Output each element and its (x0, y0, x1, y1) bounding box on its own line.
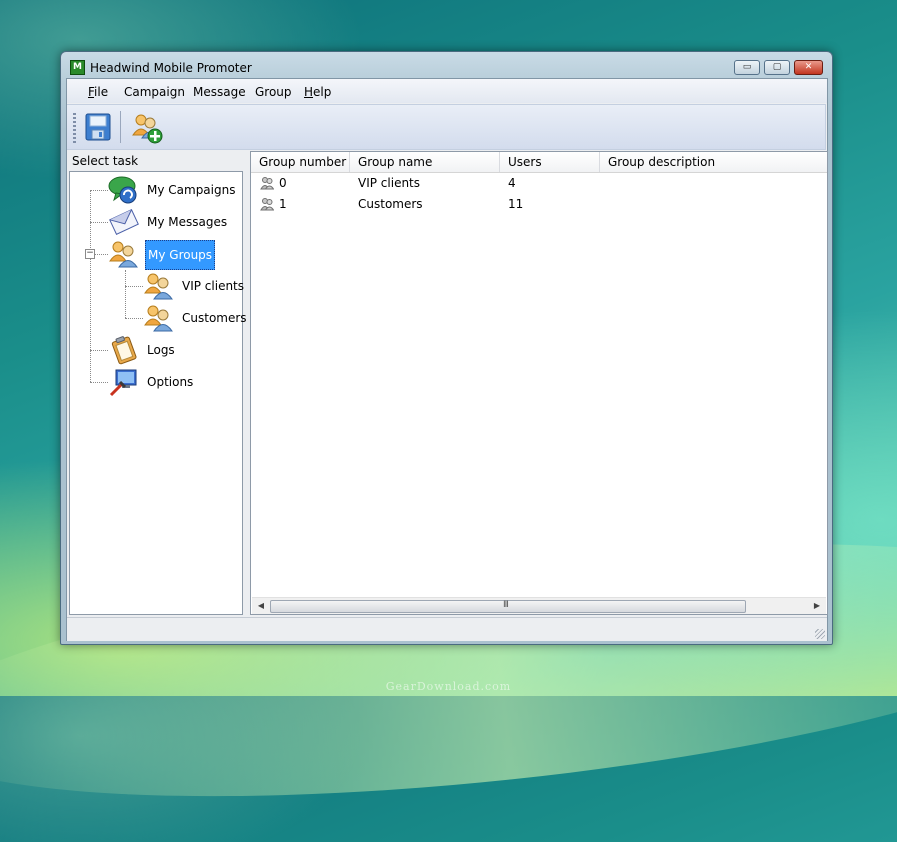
toolbar-grip[interactable] (73, 113, 76, 143)
campaigns-icon (108, 176, 137, 204)
select-task-label: Select task (72, 154, 139, 168)
cell-users: 11 (508, 197, 524, 211)
sidebar-item-label: VIP clients (182, 279, 245, 293)
cell-group-number: 1 (279, 197, 287, 211)
tree-line (94, 254, 108, 255)
save-button[interactable] (83, 111, 113, 143)
scroll-thumb-grip: III (503, 600, 509, 610)
sidebar-item-customers[interactable]: Customers (143, 302, 247, 334)
sidebar-item-my-campaigns[interactable]: My Campaigns (108, 174, 238, 206)
cell-group-name: Customers (358, 197, 423, 211)
status-bar (67, 617, 827, 641)
column-header-group-name[interactable]: Group name (350, 152, 500, 172)
scroll-left-arrow-icon[interactable]: ◀ (253, 599, 269, 613)
task-tree: − My Campaigns My Messages My Groups VIP… (69, 171, 247, 615)
column-header-group-description[interactable]: Group description (600, 152, 827, 172)
tree-line (125, 286, 143, 287)
column-header-group-number[interactable]: Group number (251, 152, 350, 172)
app-icon: M (70, 60, 85, 75)
scroll-right-arrow-icon[interactable]: ▶ (809, 599, 825, 613)
menu-bar: File Campaign Message Group Help (67, 79, 827, 103)
options-icon (109, 369, 137, 397)
menu-campaign[interactable]: Campaign (124, 85, 185, 99)
save-icon (85, 113, 111, 141)
client-area: File Campaign Message Group Help Select … (66, 78, 828, 641)
group-icon (144, 305, 173, 332)
tree-line (125, 270, 126, 318)
app-window: M Headwind Mobile Promoter ▭ ▢ ✕ File Ca… (60, 51, 833, 645)
collapse-toggle[interactable]: − (85, 249, 95, 259)
sidebar-item-label: Logs (147, 343, 175, 357)
close-button[interactable]: ✕ (794, 60, 823, 75)
sidebar-item-label: Customers (182, 311, 247, 325)
messages-icon (109, 209, 139, 235)
resize-grip[interactable] (815, 629, 825, 639)
column-header-users[interactable]: Users (500, 152, 600, 172)
add-group-button[interactable] (130, 111, 163, 144)
logs-icon (111, 336, 137, 365)
toolbar-separator (120, 111, 121, 143)
sidebar-item-vip-clients[interactable]: VIP clients (143, 270, 245, 302)
toolbar (67, 104, 826, 150)
sidebar-item-label: Options (147, 375, 194, 389)
sidebar-item-logs[interactable]: Logs (108, 334, 238, 366)
table-row[interactable]: 0 VIP clients 4 (251, 173, 827, 193)
sidebar-item-my-groups[interactable]: My Groups (108, 238, 238, 270)
sidebar-item-label: My Messages (147, 215, 228, 229)
maximize-button[interactable]: ▢ (764, 60, 790, 75)
group-icon (144, 273, 173, 300)
groups-list: Group number Group name Users Group desc… (250, 151, 828, 615)
tree-line (90, 222, 108, 223)
tree-line (90, 382, 108, 383)
group-row-icon (260, 177, 274, 190)
groups-icon (109, 241, 138, 268)
sidebar-item-options[interactable]: Options (108, 366, 238, 398)
sidebar-item-label: My Groups (145, 240, 216, 270)
menu-message[interactable]: Message (193, 85, 246, 99)
sidebar-item-my-messages[interactable]: My Messages (108, 206, 238, 238)
cell-users: 4 (508, 176, 516, 190)
scroll-thumb[interactable]: III (270, 600, 746, 613)
tree-line (90, 190, 108, 191)
watermark: GearDownload.com (385, 680, 512, 693)
menu-help[interactable]: Help (304, 85, 331, 99)
group-row-icon (260, 198, 274, 211)
cell-group-number: 0 (279, 176, 287, 190)
horizontal-scrollbar[interactable]: ◀ III ▶ (252, 597, 826, 614)
minimize-button[interactable]: ▭ (734, 60, 760, 75)
tree-line (90, 350, 108, 351)
menu-file[interactable]: File (88, 85, 108, 99)
cell-group-name: VIP clients (358, 176, 421, 190)
tree-line (90, 190, 91, 382)
table-row[interactable]: 1 Customers 11 (251, 194, 827, 214)
menu-group[interactable]: Group (255, 85, 292, 99)
window-title: Headwind Mobile Promoter (90, 61, 252, 75)
sidebar-item-label: My Campaigns (147, 183, 236, 197)
add-group-icon (132, 114, 163, 144)
list-header: Group number Group name Users Group desc… (251, 152, 827, 173)
tree-line (125, 318, 143, 319)
